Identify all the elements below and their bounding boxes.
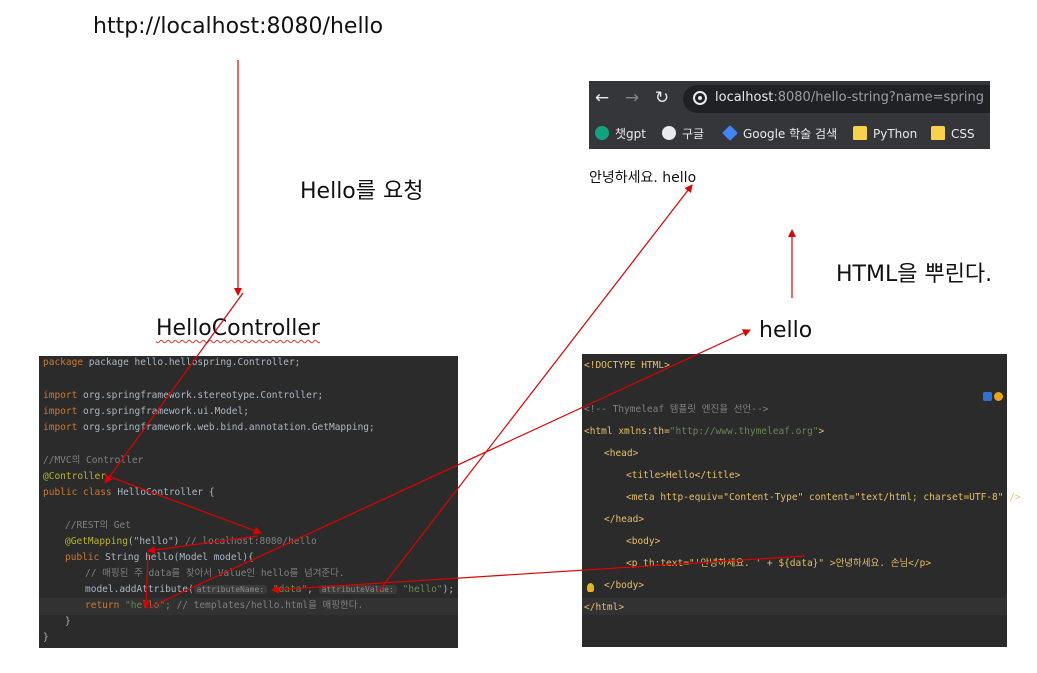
forward-arrow-icon[interactable]: → (621, 87, 643, 109)
code-token: > (818, 426, 825, 437)
bookmark-label: CSS (951, 127, 975, 141)
address-url: localhost:8080/hello-string?name=spring (715, 90, 984, 105)
code-line: </body> (604, 580, 645, 591)
browser-window: ← → ↻ localhost:8080/hello-string?name=s… (589, 81, 990, 149)
code-line: import org.springframework.ui.Model; (43, 405, 249, 419)
request-label: Hello를 요청 (300, 179, 424, 204)
code-line: <!DOCTYPE HTML> (584, 360, 670, 371)
bookmark-label: Google 학술 검색 (743, 127, 838, 141)
code-line: return "hello"; // templates/hello.html을… (85, 599, 363, 613)
bookmark-python[interactable]: PyThon (853, 124, 917, 144)
code-token: ("hello") (127, 536, 180, 547)
code-line: public class HelloController { (43, 486, 215, 500)
code-line: </html> (584, 602, 625, 613)
bookmark-google-scholar[interactable]: Google 학술 검색 (722, 124, 838, 144)
code-token: ); (442, 584, 455, 595)
code-line: //REST의 Get (65, 520, 131, 531)
code-line: @GetMapping("hello") // localhost:8080/h… (65, 535, 317, 549)
bookmark-label: 구글 (682, 127, 705, 141)
code-token: public class (43, 487, 118, 498)
code-line: package package hello.hellospring.Contro… (43, 356, 300, 370)
request-url-label: http://localhost:8080/hello (93, 14, 384, 39)
code-token: import (43, 422, 84, 433)
code-line: model.addAttribute(attributeName: "data"… (85, 584, 455, 595)
code-token: org.springframework.web.bind.annotation.… (83, 422, 375, 433)
code-line: //MVC의 Controller (43, 455, 144, 466)
code-line: } (43, 632, 49, 643)
code-line: <head> (604, 448, 639, 459)
code-token: "data" (272, 584, 308, 595)
code-line: import org.springframework.stereotype.Co… (43, 389, 323, 403)
code-token: import (43, 390, 84, 401)
html-template-code: <!DOCTYPE HTML> <!-- Thymeleaf 템플릿 엔진을 선… (582, 354, 1021, 647)
code-line: @Controller (43, 471, 106, 482)
address-url-host: localhost (715, 90, 774, 105)
code-line: </head> (604, 514, 645, 525)
code-token: public (65, 552, 106, 563)
hello-template-label: hello (759, 318, 813, 343)
code-line: public String hello(Model model){ (65, 551, 254, 565)
java-controller-code: package package hello.hellospring.Contro… (39, 356, 458, 648)
code-token: model.addAttribute( (85, 584, 194, 595)
controller-title: HelloController (156, 316, 320, 341)
folder-icon (853, 126, 867, 140)
intellij-icon[interactable] (983, 392, 992, 401)
rendered-page-text: 안녕하세요. hello (589, 170, 697, 186)
address-bar[interactable]: localhost:8080/hello-string?name=spring (683, 85, 990, 113)
code-line: } (65, 616, 71, 627)
render-html-label: HTML을 뿌린다. (836, 262, 993, 287)
address-url-path: :8080/hello-string?name=spring (773, 90, 984, 105)
code-line: <meta http-equiv="Content-Type" content=… (626, 492, 1021, 503)
code-token: org.springframework.ui.Model; (83, 406, 249, 417)
google-icon (662, 126, 676, 140)
code-token: <html xmlns:th= (584, 426, 670, 437)
bookmarks-bar: 챗gpt 구글 Google 학술 검색 PyThon CSS (589, 119, 990, 149)
browser-toolbar: ← → ↻ localhost:8080/hello-string?name=s… (589, 81, 990, 117)
bookmark-google[interactable]: 구글 (662, 124, 704, 144)
code-line: <html xmlns:th="http://www.thymeleaf.org… (584, 425, 824, 439)
chatgpt-icon (595, 126, 609, 140)
code-line: <title>Hello</title> (626, 470, 741, 481)
code-token: // localhost:8080/hello (179, 536, 317, 547)
code-token: "hello" (125, 600, 166, 611)
code-token: @GetMapping (65, 536, 128, 547)
folder-icon (931, 126, 945, 140)
reload-icon[interactable]: ↻ (651, 87, 673, 109)
code-token: "http://www.thymeleaf.org" (669, 426, 819, 437)
code-token: package (43, 357, 89, 368)
site-info-icon[interactable] (693, 91, 707, 105)
code-token: HelloController { (117, 487, 215, 498)
parameter-hint: attributeName: (193, 585, 268, 594)
code-token: String hello(Model model){ (105, 552, 254, 563)
bookmark-label: 챗gpt (615, 127, 646, 141)
current-line-highlight (582, 598, 1007, 615)
code-line: import org.springframework.web.bind.anno… (43, 421, 375, 435)
code-token: "hello" (402, 584, 443, 595)
scholar-icon (722, 125, 738, 141)
parameter-hint: attributeValue: (318, 585, 397, 594)
code-token: ; // templates/hello.html을 매핑한다. (165, 600, 364, 611)
lightbulb-icon[interactable] (587, 583, 594, 592)
back-arrow-icon[interactable]: ← (591, 87, 613, 109)
code-line: // 매핑된 주 data를 찾아서 Value인 hello를 넘겨준다. (85, 568, 345, 579)
chrome-icon[interactable] (994, 392, 1003, 401)
bookmark-chatgpt[interactable]: 챗gpt (595, 124, 646, 144)
code-token: import (43, 406, 84, 417)
bookmark-label: PyThon (873, 127, 918, 141)
code-token: return (85, 600, 126, 611)
bookmark-css[interactable]: CSS (931, 124, 975, 144)
code-token: package hello.hellospring.Controller; (88, 357, 301, 368)
code-line: <p th:text="'안녕하세요. ' + ${data}" >안녕하세요.… (626, 558, 932, 569)
code-line: <body> (626, 536, 661, 547)
code-line: <!-- Thymeleaf 템플릿 엔진을 선언--> (584, 404, 769, 415)
ide-browser-icons (981, 392, 1003, 404)
code-token: org.springframework.stereotype.Controlle… (83, 390, 324, 401)
